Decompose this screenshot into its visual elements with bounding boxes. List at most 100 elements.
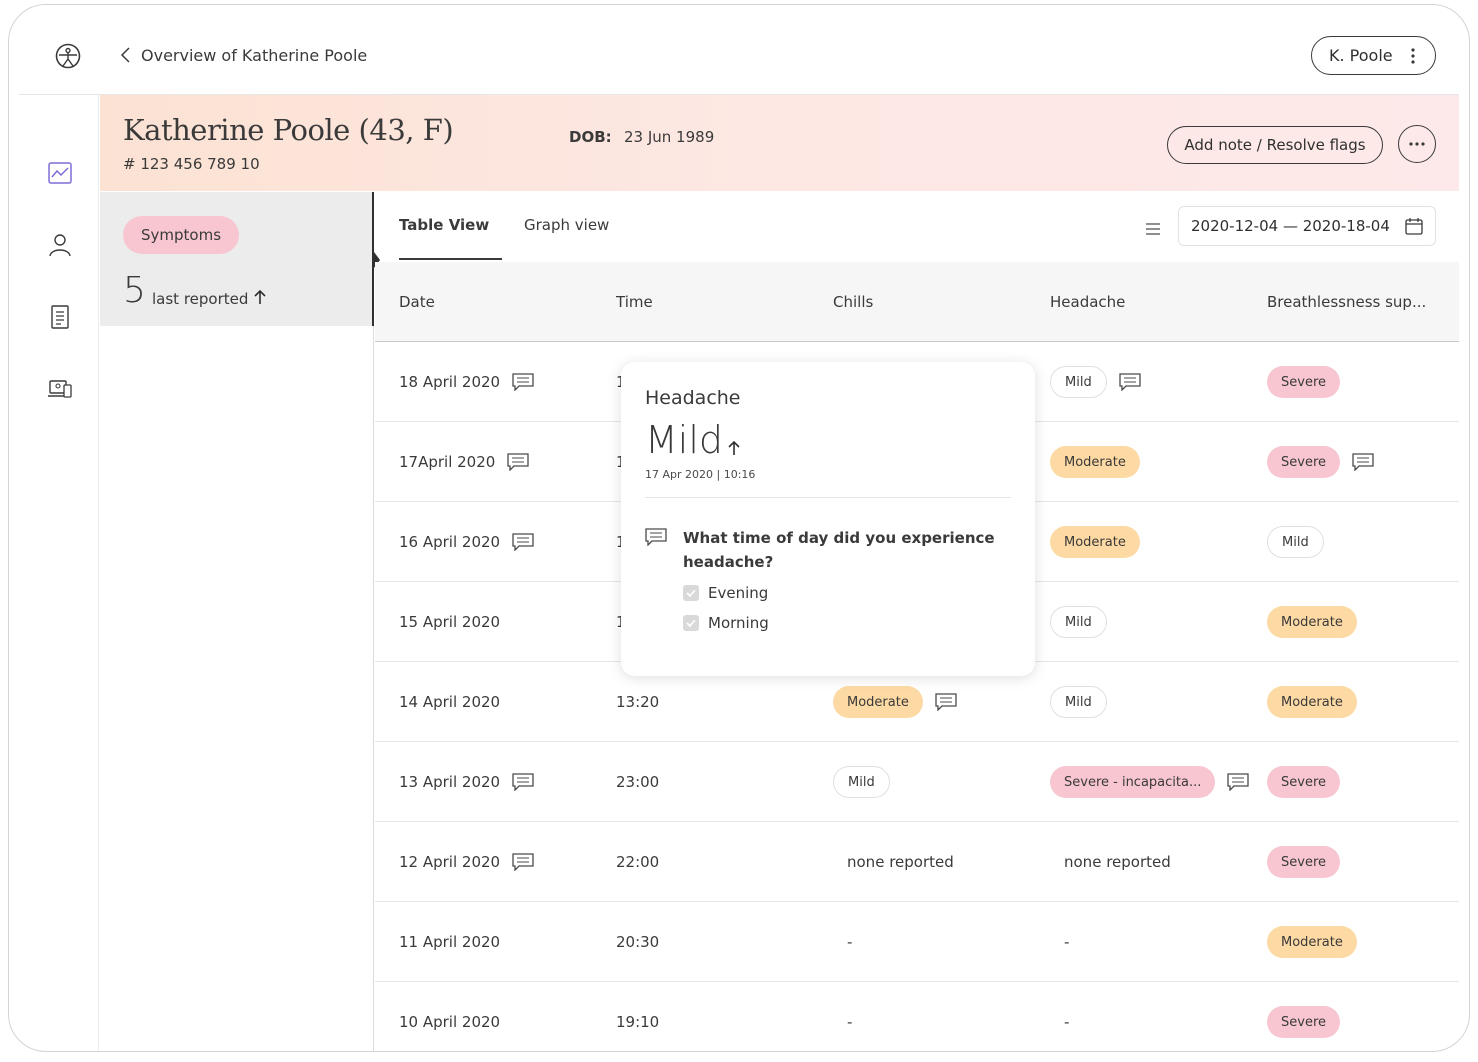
severity-pill[interactable]: Severe	[1267, 366, 1340, 398]
tab-graph-view[interactable]: Graph view	[524, 216, 609, 234]
row-date: 17April 2020	[399, 453, 496, 471]
comment-icon[interactable]	[507, 453, 529, 471]
panel-divider	[373, 326, 374, 1051]
row-date: 14 April 2020	[399, 693, 501, 711]
patient-id: # 123 456 789 10	[123, 155, 260, 173]
date-range-picker[interactable]: 2020-12-04 — 2020-18-04	[1178, 206, 1436, 246]
severity-pill[interactable]: Moderate	[1267, 926, 1357, 958]
comment-icon[interactable]	[512, 853, 534, 871]
severity-pill[interactable]: Severe	[1267, 446, 1340, 478]
date-range-value: 2020-12-04 — 2020-18-04	[1191, 217, 1390, 235]
row-date: 12 April 2020	[399, 853, 501, 871]
patient-name: Katherine Poole (43, F)	[123, 113, 454, 147]
empty-value: -	[1064, 933, 1070, 951]
severity-pill[interactable]: Moderate	[1050, 526, 1140, 558]
answer-option: Evening	[683, 584, 768, 602]
none-reported-text: none reported	[847, 853, 954, 871]
row-date: 18 April 2020	[399, 373, 501, 391]
empty-value: -	[847, 933, 853, 951]
headache-detail-popover: Headache Mild 17 Apr 2020 | 10:16 What t…	[621, 362, 1035, 676]
severity-pill[interactable]: Mild	[1050, 606, 1107, 638]
popover-title: Headache	[645, 387, 741, 409]
side-rail	[19, 95, 99, 1051]
row-time: 13:20	[616, 693, 660, 711]
comment-icon[interactable]	[1119, 373, 1141, 391]
comment-icon[interactable]	[512, 533, 534, 551]
answer-option: Morning	[683, 614, 769, 632]
row-time: 22:00	[616, 853, 660, 871]
severity-pill[interactable]: Moderate	[1050, 446, 1140, 478]
severity-pill[interactable]: Moderate	[833, 686, 923, 718]
severity-pill[interactable]: Moderate	[1267, 686, 1357, 718]
severity-pill[interactable]: Mild	[833, 766, 890, 798]
row-date: 10 April 2020	[399, 1013, 501, 1031]
active-tab-indicator	[399, 258, 502, 260]
severity-pill[interactable]: Moderate	[1267, 606, 1357, 638]
column-header-time[interactable]: Time	[616, 293, 653, 311]
severity-pill[interactable]: Severe - incapacita...	[1050, 766, 1216, 798]
arrow-up-icon	[728, 440, 740, 455]
user-name-label: K. Poole	[1329, 46, 1393, 65]
answer-option-label: Morning	[708, 614, 769, 632]
arrow-up-icon	[254, 289, 266, 304]
comment-icon[interactable]	[1227, 773, 1250, 791]
severity-pill[interactable]: Mild	[1050, 686, 1107, 718]
severity-pill[interactable]: Mild	[1267, 526, 1324, 558]
popover-divider	[645, 497, 1011, 498]
document-icon[interactable]	[47, 305, 73, 329]
add-note-button[interactable]: Add note / Resolve flags	[1167, 126, 1383, 164]
top-bar: Overview of Katherine Poole K. Poole	[19, 5, 1459, 95]
column-header-chills[interactable]: Chills	[833, 293, 873, 311]
patient-header: Katherine Poole (43, F) # 123 456 789 10…	[100, 95, 1459, 191]
chart-trend-icon[interactable]	[47, 161, 73, 185]
report-count: 5	[123, 270, 146, 311]
more-options-button[interactable]	[1398, 125, 1436, 163]
ellipsis-icon	[1409, 142, 1425, 146]
table-row[interactable]: 13 April 2020 23:00 Mild Severe - incapa…	[375, 742, 1459, 822]
app-logo-icon[interactable]	[55, 43, 81, 69]
category-pill: Symptoms	[123, 216, 240, 254]
kebab-vertical-icon	[1411, 48, 1415, 64]
row-time: 23:00	[616, 773, 660, 791]
column-header-headache[interactable]: Headache	[1050, 293, 1125, 311]
severity-pill[interactable]: Severe	[1267, 766, 1340, 798]
row-time: 19:10	[616, 1013, 660, 1031]
row-time: 20:30	[616, 933, 660, 951]
comment-icon[interactable]	[512, 373, 534, 391]
none-reported-text: none reported	[1064, 853, 1171, 871]
dob-value: 23 Jun 1989	[624, 128, 715, 146]
popover-question: What time of day did you experience head…	[683, 529, 995, 571]
checkmark-icon	[686, 619, 696, 627]
comment-icon[interactable]	[512, 773, 534, 791]
empty-value: -	[847, 1013, 853, 1031]
chevron-left-icon[interactable]	[119, 46, 133, 64]
view-tabs: Table View Graph view 2020-12-04 — 2020-…	[375, 192, 1459, 262]
table-row[interactable]: 11 April 2020 20:30 - - Moderate	[375, 902, 1459, 982]
column-header-date[interactable]: Date	[399, 293, 435, 311]
checkbox-checked	[683, 615, 699, 631]
severity-pill[interactable]: Severe	[1267, 1006, 1340, 1038]
person-icon[interactable]	[47, 233, 73, 257]
filter-lines-icon[interactable]	[1145, 222, 1161, 236]
empty-value: -	[1064, 1013, 1070, 1031]
comment-icon[interactable]	[1352, 453, 1374, 471]
answer-option-label: Evening	[708, 584, 769, 602]
category-card-symptoms[interactable]: Symptoms 5 last reported	[100, 192, 374, 326]
devices-icon[interactable]	[47, 377, 73, 401]
calendar-icon	[1405, 218, 1423, 235]
table-row[interactable]: 10 April 2020 19:10 - - Severe	[375, 982, 1459, 1051]
row-date: 16 April 2020	[399, 533, 501, 551]
checkmark-icon	[686, 589, 696, 597]
breadcrumb[interactable]: Overview of Katherine Poole	[141, 46, 367, 65]
popover-severity: Mild	[645, 418, 724, 462]
table-header: Date Time Chills Headache Breathlessness…	[375, 262, 1459, 342]
row-date: 15 April 2020	[399, 613, 501, 631]
tab-table-view[interactable]: Table View	[399, 216, 489, 234]
comment-icon[interactable]	[935, 693, 957, 711]
column-header-breathlessness[interactable]: Breathlessness sup...	[1267, 293, 1426, 311]
popover-timestamp: 17 Apr 2020 | 10:16	[645, 468, 756, 481]
severity-pill[interactable]: Severe	[1267, 846, 1340, 878]
user-menu-button[interactable]: K. Poole	[1311, 36, 1436, 75]
severity-pill[interactable]: Mild	[1050, 366, 1107, 398]
table-row[interactable]: 12 April 2020 22:00 none reported none r…	[375, 822, 1459, 902]
